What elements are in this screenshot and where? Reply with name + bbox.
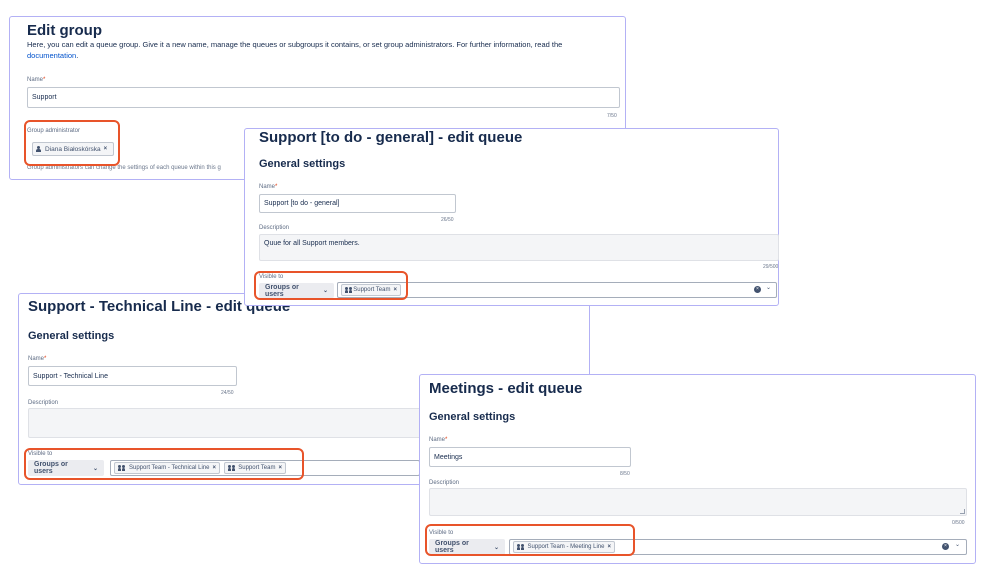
- documentation-link[interactable]: documentation: [27, 51, 76, 60]
- meetings-section-title: General settings: [429, 411, 516, 423]
- general-desc-label: Description: [259, 225, 290, 231]
- meetings-name-count: 8/50: [620, 471, 630, 477]
- general-clear-icon[interactable]: ×: [754, 286, 761, 293]
- general-highlight: [254, 271, 408, 300]
- general-desc-input[interactable]: Quue for all Support members.: [259, 234, 779, 261]
- group-name-input[interactable]: Support: [27, 87, 620, 108]
- general-section-title: General settings: [259, 158, 346, 170]
- general-title: Support [to do - general] - edit queue: [259, 129, 523, 146]
- technical-desc-label: Description: [28, 400, 59, 406]
- technical-name-label: Name*: [28, 356, 47, 362]
- name-label: Name*: [27, 77, 46, 83]
- meetings-desc-count: 0/500: [952, 520, 965, 526]
- meetings-clear-icon[interactable]: ×: [942, 543, 949, 550]
- meetings-highlight: [425, 524, 635, 556]
- chevron-down-icon[interactable]: ⌄: [955, 541, 960, 548]
- technical-desc-input[interactable]: [28, 408, 428, 438]
- resize-handle[interactable]: [960, 509, 965, 514]
- technical-section-title: General settings: [28, 330, 115, 342]
- general-desc-count: 29/500: [763, 264, 779, 270]
- link-suffix: .: [76, 51, 79, 60]
- description-text: Here, you can edit a queue group. Give i…: [27, 40, 563, 49]
- admin-highlight: [24, 120, 120, 166]
- meetings-title: Meetings - edit queue: [429, 380, 583, 397]
- page-title: Edit group: [27, 22, 102, 39]
- meetings-desc-input[interactable]: [429, 488, 967, 516]
- general-name-label: Name*: [259, 184, 278, 190]
- technical-highlight: [24, 448, 304, 480]
- technical-name-count: 24/50: [221, 390, 234, 396]
- general-name-input[interactable]: Support [to do - general]: [259, 194, 456, 213]
- technical-name-input[interactable]: Support - Technical Line: [28, 366, 237, 386]
- general-name-count: 26/50: [441, 217, 454, 223]
- edit-group-description: Here, you can edit a queue group. Give i…: [27, 39, 617, 61]
- meetings-desc-label: Description: [429, 480, 460, 486]
- name-char-count: 7/50: [607, 113, 617, 119]
- chevron-down-icon[interactable]: ⌄: [766, 284, 771, 291]
- meetings-name-input[interactable]: Meetings: [429, 447, 631, 467]
- meetings-name-label: Name*: [429, 437, 448, 443]
